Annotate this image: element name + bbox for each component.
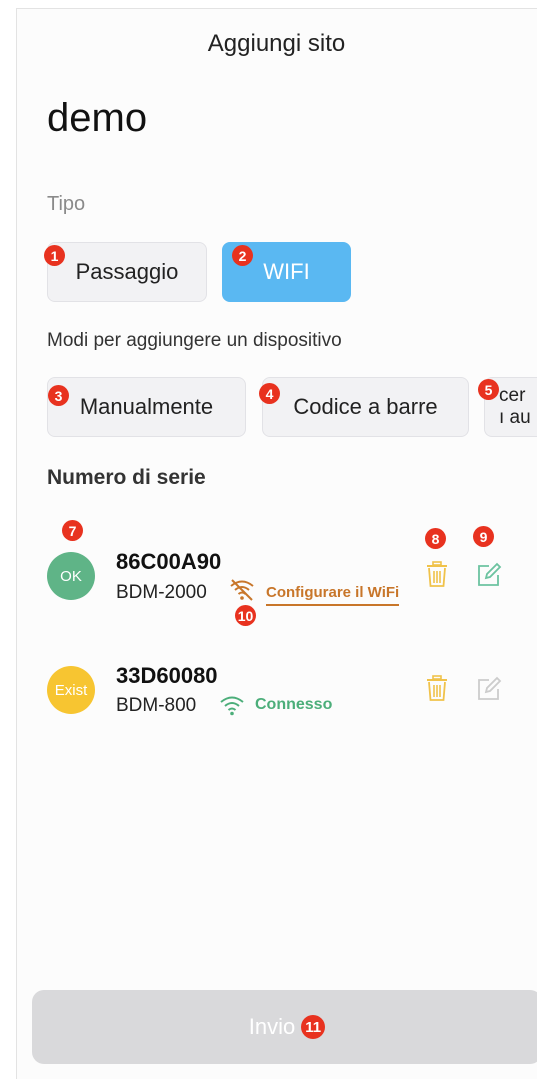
wifi-connected-status: Connesso — [255, 696, 333, 713]
method-manual-button[interactable]: Manualmente — [47, 377, 246, 437]
wifi-off-icon — [230, 579, 254, 601]
annotation-badge-8: 8 — [425, 528, 446, 549]
device-status-badge: OK — [47, 552, 95, 600]
annotation-badge-2: 2 — [232, 245, 253, 266]
serial-section-label: Numero di serie — [47, 466, 206, 489]
device-serial: 86C00A90 — [116, 549, 222, 574]
type-option-label: WIFI — [263, 259, 310, 284]
device-serial: 33D60080 — [116, 663, 218, 688]
method-label: Manualmente — [79, 394, 214, 419]
method-label: Codice a barre — [293, 394, 438, 419]
site-name: demo — [47, 96, 148, 140]
edit-icon[interactable] — [476, 562, 502, 588]
annotation-badge-10: 10 — [235, 605, 256, 626]
screen-frame — [16, 8, 537, 1079]
annotation-badge-4: 4 — [259, 383, 280, 404]
method-label-line2: ı au — [499, 407, 531, 428]
type-label: Tipo — [47, 193, 86, 215]
type-option-label: Passaggio — [75, 259, 179, 284]
device-model: BDM-2000 — [116, 582, 207, 603]
annotation-badge-9: 9 — [473, 526, 494, 547]
delete-icon[interactable] — [424, 674, 450, 702]
configure-wifi-link[interactable]: Configurare il WiFi — [266, 584, 400, 606]
annotation-badge-7: 7 — [62, 520, 83, 541]
add-methods-label: Modi per aggiungere un dispositivo — [47, 330, 342, 351]
delete-icon[interactable] — [424, 560, 450, 588]
annotation-badge-1: 1 — [44, 245, 65, 266]
annotation-badge-11: 11 — [301, 1015, 326, 1039]
device-status-badge: Exist — [47, 666, 95, 714]
type-option-passaggio[interactable]: Passaggio — [47, 242, 207, 302]
method-barcode-button[interactable]: Codice a barre — [262, 377, 469, 437]
device-model: BDM-800 — [116, 695, 197, 716]
annotation-badge-3: 3 — [48, 385, 69, 406]
edit-icon — [478, 676, 502, 700]
submit-label: Invio — [248, 1014, 296, 1039]
wifi-icon — [220, 696, 244, 716]
annotation-badge-5: 5 — [478, 379, 499, 400]
page-title: Aggiungi sito — [207, 30, 346, 57]
method-label-line1: cer — [499, 385, 526, 406]
submit-button[interactable]: Invio 11 — [32, 990, 537, 1064]
